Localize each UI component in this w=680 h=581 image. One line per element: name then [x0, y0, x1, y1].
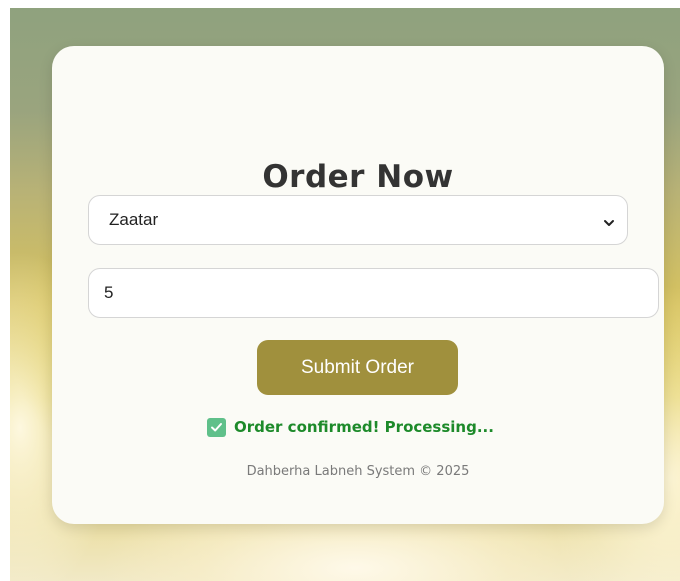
footer-text: Dahberha Labneh System © 2025 — [246, 464, 470, 479]
page-title: Order Now — [262, 159, 454, 195]
status-text: Order confirmed! Processing... — [234, 418, 494, 436]
product-select[interactable]: Zaatar — [88, 195, 628, 245]
quantity-value: 5 — [104, 283, 114, 302]
quantity-input[interactable]: 5 — [88, 268, 659, 318]
status-message: Order confirmed! Processing... — [207, 416, 494, 438]
chevron-down-icon — [603, 214, 615, 226]
order-form-card: Order Now Zaatar 5 Submit Order Order co… — [52, 46, 664, 524]
check-box-icon — [207, 417, 226, 437]
background-image: Order Now Zaatar 5 Submit Order Order co… — [10, 8, 680, 581]
product-select-value: Zaatar — [109, 210, 159, 229]
submit-order-button[interactable]: Submit Order — [257, 340, 458, 395]
